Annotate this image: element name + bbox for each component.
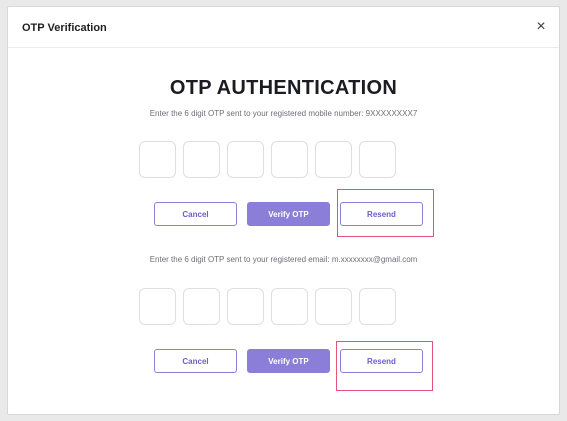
otp-verification-dialog: OTP Verification × OTP AUTHENTICATION En…	[7, 6, 560, 415]
close-icon[interactable]: ×	[533, 19, 549, 35]
email-otp-digit-6[interactable]	[359, 288, 396, 325]
email-otp-digit-1[interactable]	[139, 288, 176, 325]
mobile-otp-digit-2[interactable]	[183, 141, 220, 178]
email-cancel-button[interactable]: Cancel	[154, 349, 237, 373]
mobile-otp-digit-1[interactable]	[139, 141, 176, 178]
email-otp-inputs	[139, 288, 396, 325]
mobile-otp-digit-3[interactable]	[227, 141, 264, 178]
mobile-verify-otp-button[interactable]: Verify OTP	[247, 202, 330, 226]
mobile-otp-instruction: Enter the 6 digit OTP sent to your regis…	[149, 109, 418, 118]
email-otp-digit-4[interactable]	[271, 288, 308, 325]
mobile-cancel-button[interactable]: Cancel	[154, 202, 237, 226]
email-otp-digit-5[interactable]	[315, 288, 352, 325]
email-otp-digit-2[interactable]	[183, 288, 220, 325]
mobile-otp-digit-4[interactable]	[271, 141, 308, 178]
mobile-otp-inputs	[139, 141, 396, 178]
page-title: OTP AUTHENTICATION	[169, 77, 398, 99]
email-resend-button[interactable]: Resend	[340, 349, 423, 373]
dialog-title: OTP Verification	[22, 22, 107, 34]
mobile-resend-button[interactable]: Resend	[340, 202, 423, 226]
mobile-otp-digit-5[interactable]	[315, 141, 352, 178]
email-otp-actions: Cancel Verify OTP Resend	[154, 349, 423, 373]
email-otp-digit-3[interactable]	[227, 288, 264, 325]
dialog-header: OTP Verification ×	[8, 7, 559, 48]
email-otp-instruction: Enter the 6 digit OTP sent to your regis…	[149, 255, 418, 264]
mobile-otp-actions: Cancel Verify OTP Resend	[154, 202, 423, 226]
mobile-otp-digit-6[interactable]	[359, 141, 396, 178]
email-verify-otp-button[interactable]: Verify OTP	[247, 349, 330, 373]
